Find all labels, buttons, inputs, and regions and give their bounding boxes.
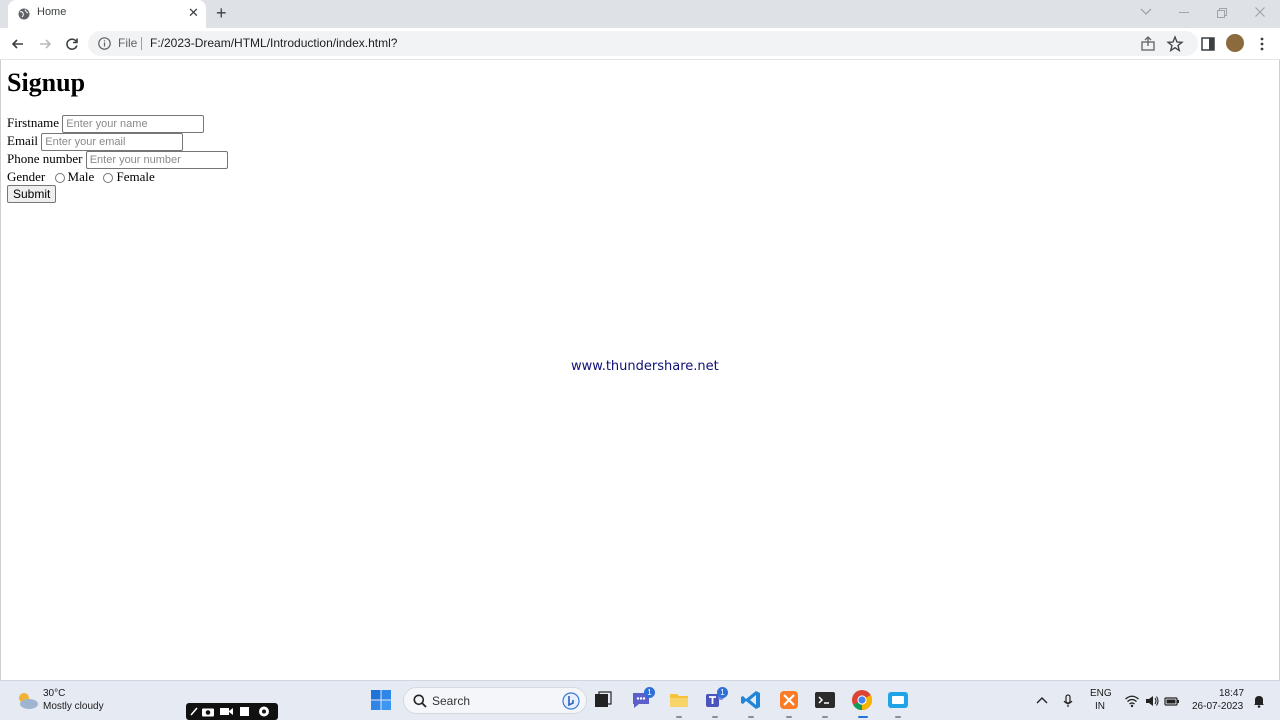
phone-label: Phone number <box>7 151 83 166</box>
gender-label: Gender <box>7 169 46 184</box>
file-explorer-running-indicator <box>676 716 682 718</box>
pen-icon[interactable] <box>189 706 199 717</box>
bing-icon[interactable] <box>562 692 580 710</box>
search-icon <box>413 694 427 708</box>
bookmark-star-icon[interactable] <box>1165 34 1185 54</box>
info-icon[interactable] <box>98 37 111 50</box>
chrome-icon[interactable] <box>851 689 873 711</box>
page-title: Signup <box>7 68 86 97</box>
terminal-icon[interactable] <box>814 689 836 711</box>
cloudy-weather-icon[interactable] <box>14 689 40 711</box>
battery-icon[interactable] <box>1164 693 1180 709</box>
page-content: Signup Firstname Email Phone number Gend… <box>0 60 1280 680</box>
gender-male-label: Male <box>67 169 95 184</box>
notification-bell-icon[interactable] <box>1251 693 1267 709</box>
reload-icon[interactable] <box>62 34 82 54</box>
clock-date[interactable]: 26-07-2023 <box>1192 701 1243 712</box>
vscode-running-indicator <box>748 716 754 718</box>
close-tab-icon[interactable]: ✕ <box>188 6 199 20</box>
gender-female-radio[interactable] <box>103 173 114 184</box>
gear-icon[interactable] <box>257 705 271 718</box>
search-label: Search <box>432 694 471 708</box>
email-input[interactable] <box>41 133 184 152</box>
volume-icon[interactable] <box>1144 693 1160 709</box>
gender-male-radio[interactable] <box>54 173 65 184</box>
microphone-icon[interactable] <box>1060 693 1076 709</box>
minimize-icon[interactable] <box>1179 12 1189 14</box>
email-label: Email <box>7 133 39 148</box>
address-separator <box>141 37 142 50</box>
browser-tab[interactable]: Home ✕ <box>8 0 206 28</box>
phone-input[interactable] <box>85 151 228 170</box>
side-panel-icon[interactable] <box>1198 34 1218 54</box>
browser-toolbar: File F:/2023-Dream/HTML/Introduction/ind… <box>0 28 1280 60</box>
screen-recorder-running-indicator <box>895 716 901 718</box>
taskbar-search[interactable]: Search <box>403 687 587 714</box>
weather-temperature[interactable]: 30°C <box>43 688 65 699</box>
language-code[interactable]: ENG <box>1090 688 1112 699</box>
task-view-icon[interactable] <box>592 689 614 711</box>
more-menu-icon[interactable] <box>1252 34 1272 54</box>
language-region[interactable]: IN <box>1095 701 1105 712</box>
forward-arrow-icon[interactable] <box>35 34 55 54</box>
camera-icon[interactable] <box>201 706 215 717</box>
new-tab-icon[interactable]: + <box>216 4 227 22</box>
firstname-input[interactable] <box>62 115 205 134</box>
teams-running-indicator <box>712 716 718 718</box>
tab-title: Home <box>37 6 67 18</box>
email-row: Email <box>7 133 184 152</box>
taskbar: 30°C Mostly cloudy Search 1 1 ENG IN 18:… <box>0 680 1280 720</box>
screen-recorder-icon[interactable] <box>887 689 909 711</box>
chrome-active-indicator <box>858 716 868 718</box>
terminal-running-indicator <box>822 716 828 718</box>
recorder-toolbar <box>186 703 278 720</box>
address-bar[interactable]: File F:/2023-Dream/HTML/Introduction/ind… <box>88 31 1198 56</box>
chat-badge: 1 <box>644 687 655 698</box>
globe-icon <box>18 8 30 20</box>
gender-row: Gender Male Female <box>7 169 155 185</box>
firstname-label: Firstname <box>7 115 59 130</box>
gender-female-label: Female <box>116 169 155 184</box>
close-window-icon[interactable] <box>1255 7 1265 17</box>
chevron-down-icon[interactable] <box>1140 8 1152 16</box>
clock-time[interactable]: 18:47 <box>1219 688 1244 699</box>
copy-icon[interactable] <box>238 706 251 717</box>
windows-start-icon[interactable] <box>370 689 392 711</box>
vscode-icon[interactable] <box>740 689 762 711</box>
restore-icon[interactable] <box>1217 8 1227 18</box>
chevron-up-icon[interactable] <box>1034 693 1050 709</box>
video-camera-icon[interactable] <box>219 706 234 717</box>
xampp-icon[interactable] <box>778 689 800 711</box>
browser-tab-strip: Home ✕ + <box>0 0 1280 28</box>
firstname-row: Firstname <box>7 115 205 134</box>
wifi-icon[interactable] <box>1124 693 1140 709</box>
scheme-label: File <box>118 36 138 50</box>
phone-row: Phone number <box>7 151 228 170</box>
weather-condition[interactable]: Mostly cloudy <box>43 701 104 712</box>
teams-badge: 1 <box>717 687 728 698</box>
profile-avatar[interactable] <box>1226 34 1244 52</box>
watermark-text: www.thundershare.net <box>571 359 719 374</box>
file-explorer-icon[interactable] <box>668 689 690 711</box>
url-text[interactable]: F:/2023-Dream/HTML/Introduction/index.ht… <box>150 36 397 50</box>
submit-button[interactable]: Submit <box>7 185 57 203</box>
back-arrow-icon[interactable] <box>8 34 28 54</box>
xampp-running-indicator <box>786 716 792 718</box>
share-icon[interactable] <box>1138 34 1158 54</box>
